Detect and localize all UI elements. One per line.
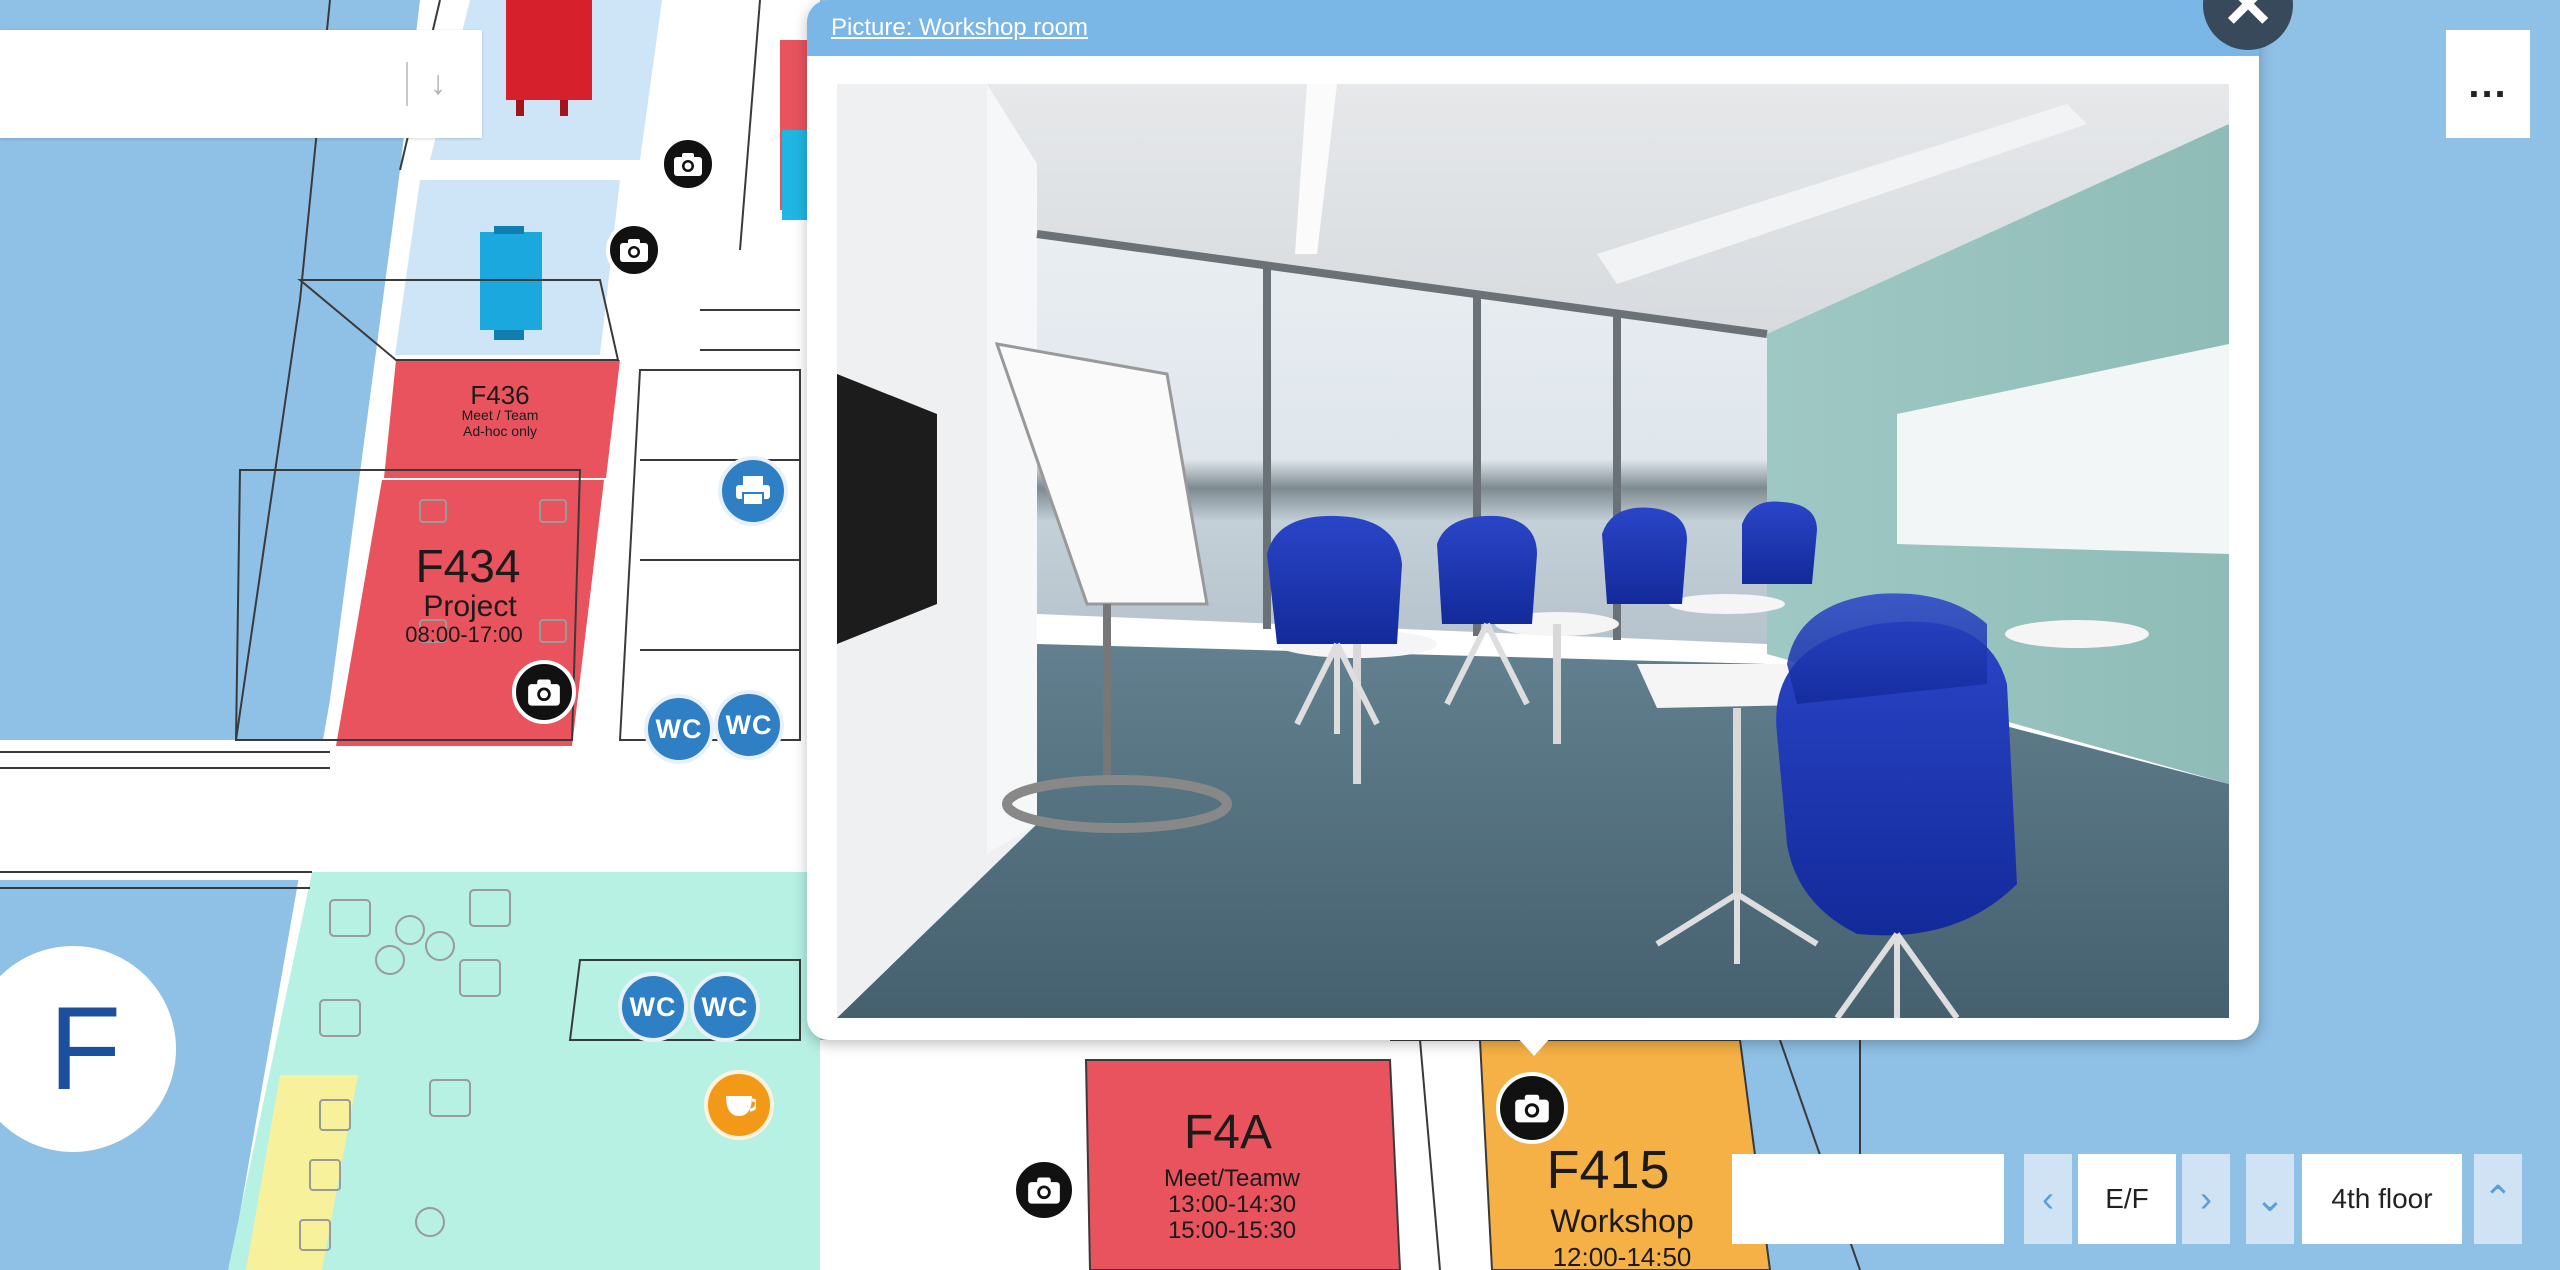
building-selector[interactable]: E/F (2078, 1154, 2176, 1244)
picture-popup: Picture: Workshop room ✕ (807, 0, 2293, 1040)
previous-building-button[interactable]: ‹ (2024, 1154, 2072, 1244)
room-filter-box[interactable] (1732, 1154, 2004, 1244)
ellipsis-icon: ... (2468, 61, 2508, 106)
room-filter-value (1732, 1154, 2004, 1244)
room-f436-line2: Ad-hoc only (463, 423, 537, 439)
room-f4a-line3: 15:00-15:30 (1168, 1217, 1296, 1244)
floor-selector[interactable]: 4th floor (2302, 1154, 2462, 1244)
camera-icon[interactable] (606, 222, 662, 278)
room-f434-line2: 08:00-17:00 (405, 622, 522, 647)
arrow-down-icon[interactable]: ↓ (418, 58, 458, 108)
wc-icon[interactable]: WC (714, 690, 784, 760)
room-f415-line2: 12:00-14:50 (1553, 1242, 1692, 1270)
camera-icon[interactable] (660, 136, 716, 192)
popup-header: Picture: Workshop room (807, 0, 2259, 56)
camera-icon[interactable] (512, 660, 576, 724)
room-f436-name: F436 (470, 380, 529, 410)
room-f4a-line2: 13:00-14:30 (1168, 1191, 1296, 1218)
room-f436-line1: Meet / Team (462, 407, 539, 423)
building-label: E/F (2105, 1183, 2149, 1214)
search-input[interactable] (0, 30, 400, 138)
floor-label: 4th floor (2331, 1183, 2433, 1214)
search-panel: ↓ (0, 30, 482, 138)
chevron-down-icon: ⌄ (2254, 1178, 2286, 1219)
cafe-icon[interactable] (704, 1070, 774, 1140)
workshop-room-photo (837, 84, 2229, 1018)
floor-up-button[interactable]: ⌃ (2474, 1154, 2522, 1244)
wc-icon[interactable]: WC (644, 694, 714, 764)
popup-title[interactable]: Picture: Workshop room (831, 14, 1088, 42)
room-f415-line1: Workshop (1550, 1203, 1693, 1239)
close-icon: ✕ (2221, 0, 2275, 41)
more-options-button[interactable]: ... (2446, 30, 2530, 138)
wc-icon[interactable]: WC (690, 972, 760, 1042)
room-f434-name: F434 (416, 540, 521, 592)
chevron-up-icon: ⌃ (2482, 1178, 2514, 1219)
room-f415-name: F415 (1546, 1140, 1669, 1200)
floor-down-button[interactable]: ⌄ (2246, 1154, 2294, 1244)
search-divider (406, 62, 408, 106)
camera-icon[interactable] (1496, 1072, 1568, 1144)
chevron-right-icon: › (2200, 1178, 2212, 1219)
next-building-button[interactable]: › (2182, 1154, 2230, 1244)
room-f4a-name: F4A (1184, 1106, 1272, 1159)
building-letter: F (48, 983, 122, 1115)
wc-icon[interactable]: WC (618, 972, 688, 1042)
room-f434-line1: Project (423, 590, 517, 623)
chevron-left-icon: ‹ (2042, 1178, 2054, 1219)
camera-icon[interactable] (1012, 1158, 1076, 1222)
popup-pointer (1516, 1036, 1552, 1056)
room-f4a-line1: Meet/Teamw (1164, 1165, 1301, 1192)
printer-icon[interactable] (718, 456, 788, 526)
